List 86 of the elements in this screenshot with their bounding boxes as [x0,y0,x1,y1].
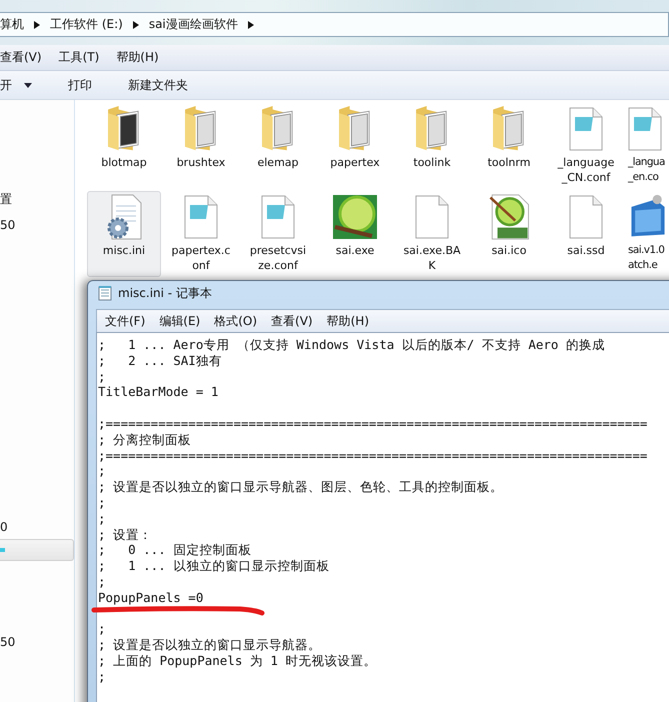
file-item[interactable]: toolnrm [472,103,546,189]
breadcrumb-arrow-icon[interactable] [248,20,254,28]
file-name: _language _CN.conf [558,155,614,185]
file-name: sai.v1.0 atch.e [628,243,664,273]
text-line: ; [98,463,106,478]
file-name: brushtex [176,155,226,170]
text-line: ; 设置是否以独立的窗口显示导航器。 [98,637,322,652]
toolbar-button[interactable]: 打印 [56,74,98,96]
notepad-document-icon [628,106,662,152]
menu-item[interactable]: 帮助(H) [326,312,369,330]
file-item[interactable]: presetcvsi ze.conf [241,191,315,277]
text-line: ; 设置是否以独立的窗口显示导航器、图层、色轮、工具的控制面板。 [98,479,504,494]
file-item[interactable]: papertex [318,103,392,189]
file-name: blotmap [101,155,147,170]
breadcrumb-item[interactable]: 算机 [0,16,24,33]
file-item[interactable]: _langua _en.co [626,103,669,189]
text-line: ;======================================================================== [98,448,648,463]
window-title: misc.ini - 记事本 [118,284,212,302]
nav-item[interactable]: 50 [0,631,74,653]
file-item[interactable]: sai.exe.BA K [395,191,469,277]
file-item[interactable]: blotmap [87,103,161,189]
notepad-document-icon [569,106,603,152]
notepad-document-icon [261,194,295,240]
text-line: ; 1 ... 以独立的窗口显示控制面板 [98,558,330,574]
file-item[interactable]: _language _CN.conf [549,103,623,189]
blank-document-icon [415,194,449,240]
file-name: sai.ssd [567,243,605,258]
text-line: ; 2 ... SAI独有 [98,352,222,368]
file-name: papertex.c onf [172,243,230,273]
toolbar-button[interactable]: 新建文件夹 [116,74,194,96]
caret-icon [24,82,32,88]
toolbar-button[interactable]: 开 [0,74,38,96]
text-line: ; [98,668,106,684]
file-item[interactable]: sai.ssd [549,191,623,277]
menu-item[interactable]: 查看(V) [271,312,313,330]
text-line: ; 分离控制面板 [98,432,192,447]
menu-item[interactable]: 查看(V) [0,49,42,66]
breadcrumb-item[interactable]: sai漫画绘画软件 [148,16,238,33]
file-item[interactable]: elemap [241,103,315,189]
nav-item[interactable]: 置 [0,188,74,210]
text-line: ; [98,494,106,510]
file-name: toolink [413,155,451,170]
text-line: ; [98,621,106,636]
nav-item[interactable]: 50 [0,214,74,236]
breadcrumb-arrow-icon[interactable] [132,20,139,28]
text-line: ;======================================================================== [98,416,648,431]
file-name: elemap [257,155,299,170]
file-name: sai.ico [492,243,526,258]
file-item[interactable]: misc.ini [87,191,161,277]
settings-document-icon [106,194,142,240]
text-line: ; 1 ... Aero专用 （仅支持 Windows Vista 以后的版本/ 不支持 Aero 的换成 [98,337,605,352]
menu-item[interactable]: 工具(T) [58,49,100,66]
file-item[interactable]: sai.ico [472,191,546,277]
file-item[interactable]: sai.v1.0 atch.e [626,191,669,277]
breadcrumb-arrow-icon[interactable] [34,20,40,28]
file-name: presetcvsi ze.conf [250,243,306,273]
file-item[interactable]: sai.exe [318,191,392,277]
text-line: ; [98,510,106,526]
file-item[interactable]: papertex.c onf [164,191,238,277]
address-bar[interactable]: 算机 工作软件 (E:) sai漫画绘画软件 [0,12,669,37]
breadcrumb-item[interactable]: 工作软件 (E:) [50,16,123,33]
blank-document-icon [569,194,603,240]
menu-item[interactable]: 文件(F) [105,312,146,330]
text-line: ; 设置： [98,526,152,542]
text-line: TitleBarMode = 1 [98,384,218,400]
text-line: ; [98,574,106,589]
notepad-icon [98,285,112,301]
lime-app-icon [332,194,378,240]
file-name: sai.exe.BA K [403,243,461,273]
text-line: ; [98,368,106,384]
text-line: ; 0 ... 固定控制面板 [98,542,252,558]
notepad-document-icon [184,194,218,240]
menu-item[interactable]: 帮助(H) [116,49,159,66]
file-item[interactable]: brushtex [164,103,238,189]
drive-icon [0,546,6,554]
file-name: papertex [330,155,380,170]
file-item[interactable]: toolink [395,103,469,189]
menu-item[interactable]: 编辑(E) [159,312,200,330]
text-line: ; 上面的 PopupPanels 为 1 时无视该设置。 [98,652,376,668]
text-line: PopupPanels =0 [98,590,204,605]
file-name: toolnrm [488,155,530,170]
file-name: sai.exe [336,243,374,258]
nav-item[interactable]: 0 [0,516,74,538]
file-name: _langua _en.co [628,155,665,185]
file-name: misc.ini [102,243,146,258]
menu-item[interactable]: 格式(O) [214,312,258,330]
